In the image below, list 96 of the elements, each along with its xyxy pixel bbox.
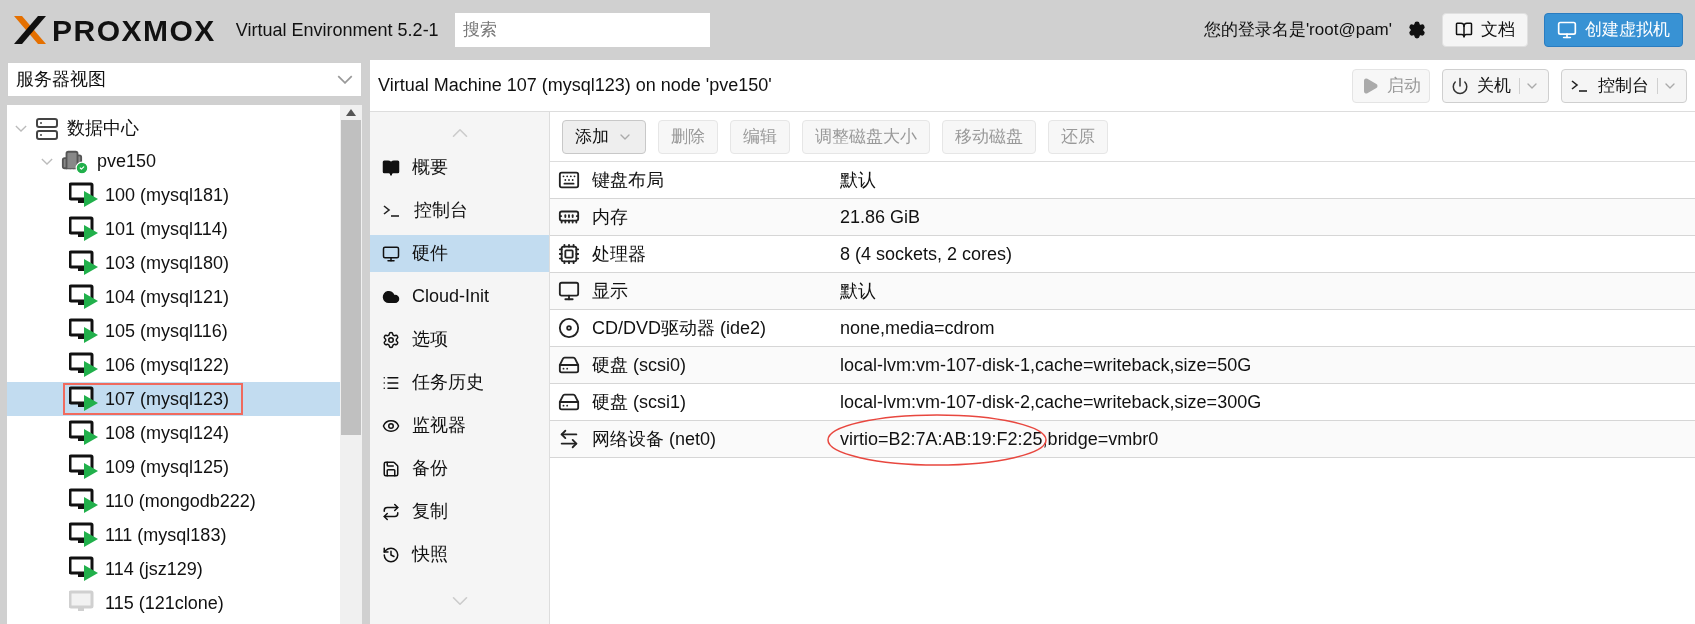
hardware-value: 8 (4 sockets, 2 cores) — [840, 242, 1013, 266]
toolbar-button[interactable]: 添加 — [562, 119, 646, 154]
hard-drive-icon — [558, 391, 580, 413]
history-icon — [382, 545, 400, 564]
hardware-value: 默认 — [840, 168, 876, 192]
chevron-down-icon[interactable] — [41, 158, 53, 165]
terminal-icon — [1570, 78, 1590, 93]
tree-item[interactable]: 111 (mysql183) — [7, 518, 340, 552]
node-online-icon — [61, 148, 89, 175]
tree-item[interactable]: 114 (jsz129) — [7, 552, 340, 586]
hardware-name: 键盘布局 — [592, 168, 664, 192]
product-version: Virtual Environment 5.2-1 — [235, 18, 439, 42]
book-icon — [382, 158, 400, 177]
tree-item[interactable]: 101 (mysql114) — [7, 212, 340, 246]
power-icon — [1451, 76, 1469, 95]
nav-item[interactable]: 硬件 — [370, 235, 549, 272]
hardware-name: CD/DVD驱动器 (ide2) — [592, 316, 767, 340]
keyboard-icon — [558, 169, 580, 191]
hardware-value: 21.86 GiB — [840, 205, 921, 229]
logo-icon — [12, 14, 48, 46]
nav-item[interactable]: 概要 — [370, 149, 549, 186]
vm-label: 100 (mysql181) — [105, 183, 230, 207]
chevron-down-icon — [337, 75, 353, 84]
hardware-name: 硬盘 (scsi1) — [592, 390, 686, 414]
hardware-name: 网络设备 (net0) — [592, 427, 717, 451]
hardware-name: 显示 — [592, 279, 628, 303]
server-icon — [35, 116, 59, 141]
nav-item[interactable]: 复制 — [370, 493, 549, 530]
docs-button[interactable]: 文档 — [1442, 13, 1528, 47]
vm-label: 107 (mysql123) — [105, 387, 230, 411]
hardware-row[interactable]: 内存 21.86 GiB — [550, 199, 1695, 236]
tree-item[interactable]: 100 (mysql181) — [7, 178, 340, 212]
terminal-icon — [382, 203, 402, 218]
search-field[interactable]: 搜索 — [454, 13, 710, 47]
hardware-row[interactable]: 显示 默认 — [550, 273, 1695, 310]
logo-text: PROXMOX — [52, 12, 216, 49]
tree-label: pve150 — [97, 150, 157, 173]
vm-label: 115 (121clone) — [105, 591, 224, 615]
vm-label: 111 (mysql183) — [105, 523, 227, 547]
nav-item[interactable]: 选项 — [370, 321, 549, 358]
tree-item[interactable]: pve150 — [7, 145, 340, 178]
monitor-icon — [558, 280, 580, 302]
nav-item[interactable]: 任务历史 — [370, 364, 549, 401]
hardware-value: 默认 — [840, 279, 876, 303]
vm-label: 104 (mysql121) — [105, 285, 230, 309]
monitor-icon — [382, 244, 400, 263]
nav-item[interactable]: 备份 — [370, 450, 549, 487]
view-select[interactable]: 服务器视图 — [7, 62, 362, 97]
play-icon — [1361, 76, 1379, 95]
hardware-value: local-lvm:vm-107-disk-1,cache=writeback,size=50G — [840, 353, 1252, 377]
hardware-name: 处理器 — [592, 242, 646, 266]
hardware-name: 硬盘 (scsi0) — [592, 353, 686, 377]
vm-label: 110 (mongodb222) — [105, 489, 256, 513]
monitor-icon — [1557, 20, 1577, 40]
vm-label: 105 (mysql116) — [105, 319, 228, 343]
vm-label: 114 (jsz129) — [105, 557, 203, 581]
tree-item[interactable]: 108 (mysql124) — [7, 416, 340, 450]
scrollbar-thumb[interactable] — [341, 120, 361, 435]
gear-icon — [382, 330, 400, 349]
tree-item[interactable]: 106 (mysql122) — [7, 348, 340, 382]
login-info: 您的登录名是'root@pam' — [1203, 19, 1392, 42]
book-icon — [1455, 21, 1473, 39]
scroll-up-icon[interactable] — [346, 109, 356, 116]
hardware-row[interactable]: 硬盘 (scsi0) local-lvm:vm-107-disk-1,cache=writeback,size=50G — [550, 347, 1695, 384]
cpu-icon — [558, 243, 580, 265]
vm-label: 103 (mysql180) — [105, 251, 230, 275]
toolbar-button[interactable]: 控制台 — [1561, 68, 1687, 103]
tree-item[interactable]: 110 (mongodb222) — [7, 484, 340, 518]
hardware-value: none,media=cdrom — [840, 316, 995, 340]
repeat-icon — [382, 502, 400, 521]
nav-item[interactable]: 快照 — [370, 536, 549, 573]
tree-item[interactable]: 104 (mysql121) — [7, 280, 340, 314]
tree-item[interactable]: 115 (121clone) — [7, 586, 340, 620]
vm-label: 106 (mysql122) — [105, 353, 230, 377]
hardware-name: 内存 — [592, 205, 628, 229]
vm-label: 101 (mysql114) — [105, 217, 228, 241]
chevron-down-icon[interactable] — [15, 125, 27, 132]
tree-item[interactable]: 数据中心 — [7, 112, 340, 145]
tree-item[interactable]: 103 (mysql180) — [7, 246, 340, 280]
vm-label: 108 (mysql124) — [105, 421, 230, 445]
tree-item[interactable]: 107 (mysql123) — [7, 382, 340, 416]
arrows-icon — [558, 428, 580, 450]
tree-item[interactable]: 105 (mysql116) — [7, 314, 340, 348]
nav-item[interactable]: Cloud-Init — [370, 278, 549, 315]
nav-item[interactable]: 监视器 — [370, 407, 549, 444]
disc-icon — [558, 317, 580, 339]
hard-drive-icon — [558, 354, 580, 376]
vm-title: Virtual Machine 107 (mysql123) on node 'pve150' — [378, 74, 773, 97]
floppy-icon — [382, 459, 400, 478]
nav-item[interactable]: 控制台 — [370, 192, 549, 229]
settings-icon[interactable] — [1408, 21, 1426, 39]
toolbar-button[interactable]: 关机 — [1442, 68, 1549, 103]
vm-label: 109 (mysql125) — [105, 455, 230, 479]
hardware-value: local-lvm:vm-107-disk-2,cache=writeback,size=300G — [840, 390, 1262, 414]
tree-label: 数据中心 — [67, 117, 139, 140]
tree-item[interactable]: 109 (mysql125) — [7, 450, 340, 484]
